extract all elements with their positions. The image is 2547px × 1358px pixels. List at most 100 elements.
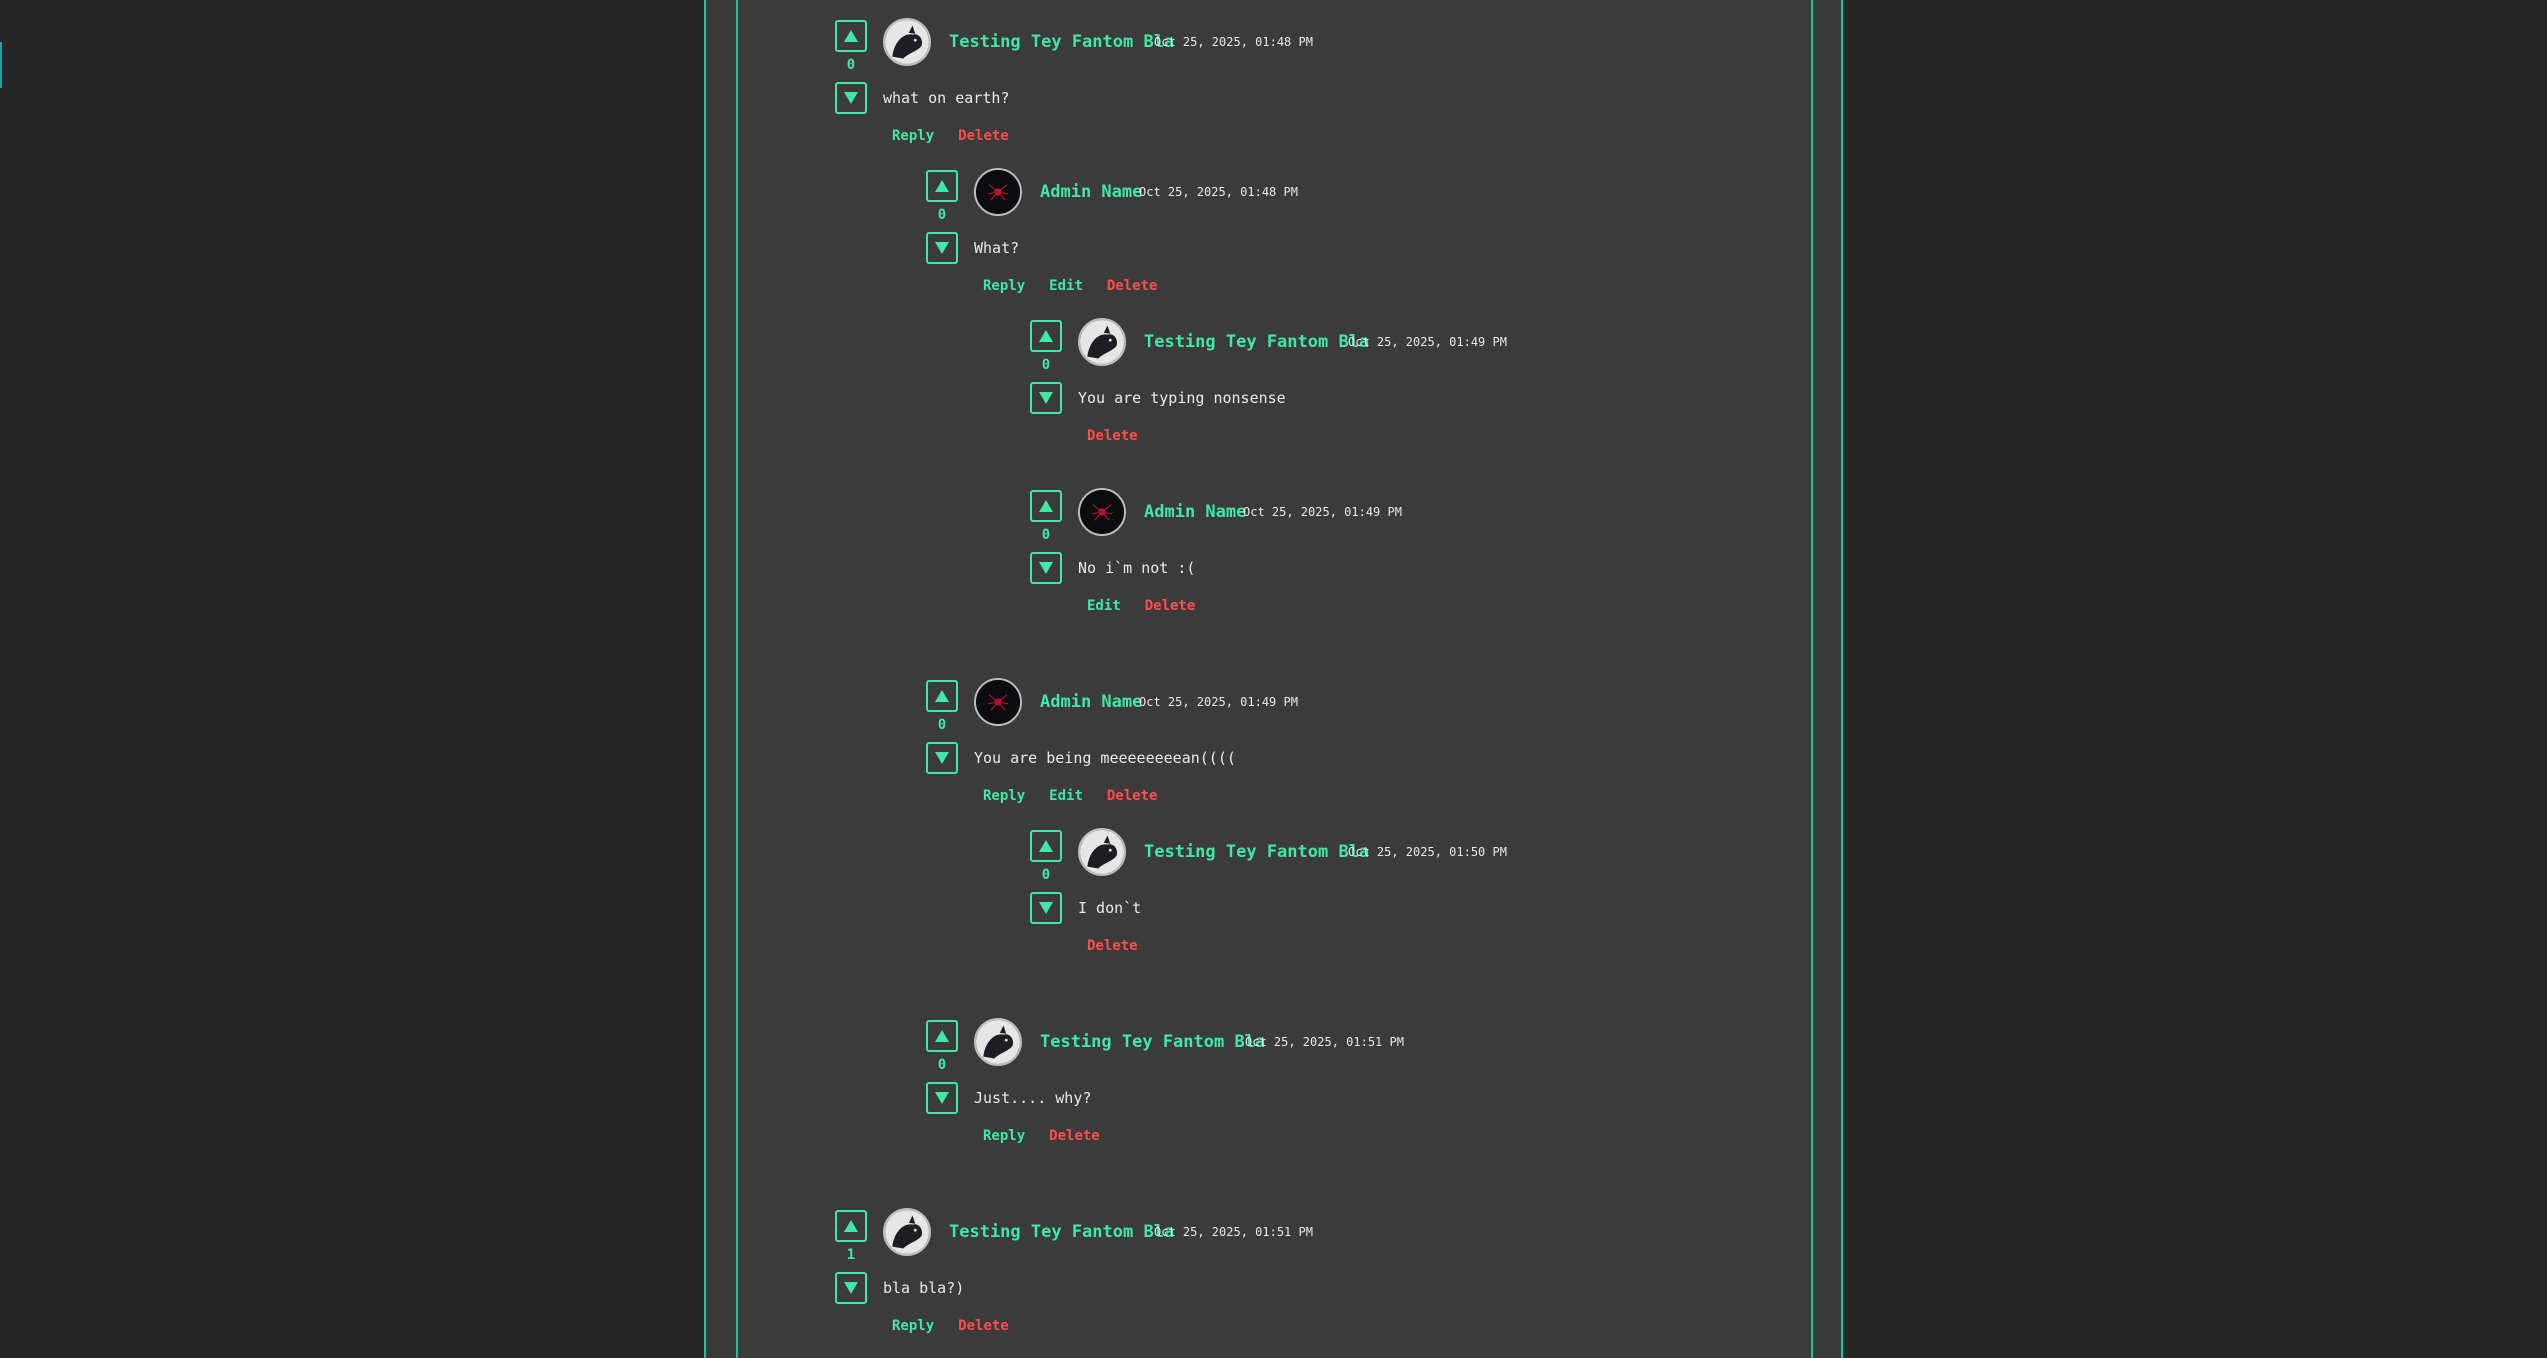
triangle-down-icon	[1039, 392, 1053, 404]
vote-score: 0	[1041, 357, 1051, 373]
downvote-button[interactable]	[926, 1082, 958, 1114]
avatar[interactable]	[1078, 488, 1126, 536]
downvote-button[interactable]	[926, 232, 958, 264]
cat-avatar-icon	[885, 1210, 929, 1254]
upvote-button[interactable]	[835, 20, 867, 52]
triangle-down-icon	[844, 92, 858, 104]
comment-text: Just.... why?	[974, 1089, 1092, 1107]
downvote-button[interactable]	[1030, 552, 1062, 584]
edit-button[interactable]: Edit	[1087, 597, 1121, 615]
comment-text: I don`t	[1078, 899, 1142, 917]
comment: 0 Testing Tey Fantom Bla Oct 25, 2025, 0…	[835, 18, 1635, 160]
upvote-button[interactable]	[1030, 830, 1062, 862]
reply-button[interactable]: Reply	[892, 1317, 934, 1335]
downvote-button[interactable]	[835, 82, 867, 114]
delete-button[interactable]: Delete	[1087, 427, 1138, 445]
avatar[interactable]	[974, 1018, 1022, 1066]
comment-timestamp: Oct 25, 2025, 01:51 PM	[1245, 1035, 1404, 1049]
upvote-button[interactable]	[1030, 320, 1062, 352]
comment-author[interactable]: Testing Tey Fantom Bla	[949, 1221, 1174, 1243]
reply-button[interactable]: Reply	[983, 1127, 1025, 1145]
comment-text: What?	[974, 239, 1020, 257]
avatar[interactable]	[883, 18, 931, 66]
reply-button[interactable]: Reply	[892, 127, 934, 145]
avatar[interactable]	[883, 1208, 931, 1256]
delete-button[interactable]: Delete	[1087, 937, 1138, 955]
upvote-button[interactable]	[926, 1020, 958, 1052]
comment-author[interactable]: Admin Name	[1144, 501, 1246, 523]
scroll-indicator	[0, 42, 2, 88]
avatar[interactable]	[1078, 828, 1126, 876]
comment: 0 Testing Tey Fantom Bla Oct 25, 2025, 0…	[1030, 318, 1830, 460]
comment: 0 Admin Name Oct 25, 2025, 01:49 PM No i…	[1030, 488, 1830, 630]
comment-text: You are typing nonsense	[1078, 389, 1286, 407]
vote-score: 1	[846, 1247, 856, 1263]
triangle-up-icon	[1039, 330, 1053, 342]
comment-timestamp: Oct 25, 2025, 01:49 PM	[1139, 695, 1298, 709]
vote-score: 0	[1041, 527, 1051, 543]
cat-avatar-icon	[1080, 320, 1124, 364]
comment-author[interactable]: Admin Name	[1040, 691, 1142, 713]
delete-button[interactable]: Delete	[1107, 277, 1158, 295]
comment-author[interactable]: Testing Tey Fantom Bla	[1144, 331, 1369, 353]
triangle-down-icon	[844, 1282, 858, 1294]
delete-button[interactable]: Delete	[958, 127, 1009, 145]
downvote-button[interactable]	[926, 742, 958, 774]
triangle-up-icon	[935, 180, 949, 192]
vote-score: 0	[846, 57, 856, 73]
red-spider-avatar-icon	[976, 680, 1020, 724]
comment-text: bla bla?)	[883, 1279, 965, 1297]
red-spider-avatar-icon	[1080, 490, 1124, 534]
comment: 0 Testing Tey Fantom Bla Oct 25, 2025, 0…	[1030, 828, 1830, 970]
comment-timestamp: Oct 25, 2025, 01:48 PM	[1139, 185, 1298, 199]
comment-timestamp: Oct 25, 2025, 01:51 PM	[1154, 1225, 1313, 1239]
comment-text: what on earth?	[883, 89, 1010, 107]
red-spider-avatar-icon	[976, 170, 1020, 214]
downvote-button[interactable]	[1030, 382, 1062, 414]
triangle-down-icon	[935, 752, 949, 764]
avatar[interactable]	[974, 678, 1022, 726]
edit-button[interactable]: Edit	[1049, 787, 1083, 805]
comment: 0 Admin Name Oct 25, 2025, 01:48 PM What…	[926, 168, 1726, 310]
comment-timestamp: Oct 25, 2025, 01:48 PM	[1154, 35, 1313, 49]
delete-button[interactable]: Delete	[958, 1317, 1009, 1335]
vote-score: 0	[937, 207, 947, 223]
avatar[interactable]	[1078, 318, 1126, 366]
edit-button[interactable]: Edit	[1049, 277, 1083, 295]
comment-author[interactable]: Testing Tey Fantom Bla	[949, 31, 1174, 53]
triangle-up-icon	[1039, 500, 1053, 512]
vote-score: 0	[937, 717, 947, 733]
vote-score: 0	[1041, 867, 1051, 883]
triangle-down-icon	[935, 1092, 949, 1104]
triangle-up-icon	[1039, 840, 1053, 852]
downvote-button[interactable]	[1030, 892, 1062, 924]
cat-avatar-icon	[1080, 830, 1124, 874]
delete-button[interactable]: Delete	[1145, 597, 1196, 615]
comment-timestamp: Oct 25, 2025, 01:49 PM	[1243, 505, 1402, 519]
reply-button[interactable]: Reply	[983, 277, 1025, 295]
vote-score: 0	[937, 1057, 947, 1073]
comment: 0 Testing Tey Fantom Bla Oct 25, 2025, 0…	[926, 1018, 1726, 1160]
triangle-up-icon	[935, 690, 949, 702]
reply-button[interactable]: Reply	[983, 787, 1025, 805]
upvote-button[interactable]	[926, 170, 958, 202]
cat-avatar-icon	[976, 1020, 1020, 1064]
triangle-down-icon	[935, 242, 949, 254]
upvote-button[interactable]	[926, 680, 958, 712]
comment-text: No i`m not :(	[1078, 559, 1196, 577]
comment-author[interactable]: Admin Name	[1040, 181, 1142, 203]
delete-button[interactable]: Delete	[1049, 1127, 1100, 1145]
comment-timestamp: Oct 25, 2025, 01:49 PM	[1348, 335, 1507, 349]
comment-author[interactable]: Testing Tey Fantom Bla	[1144, 841, 1369, 863]
comment-text: You are being meeeeeeeean((((	[974, 749, 1236, 767]
comment-author[interactable]: Testing Tey Fantom Bla	[1040, 1031, 1265, 1053]
delete-button[interactable]: Delete	[1107, 787, 1158, 805]
avatar[interactable]	[974, 168, 1022, 216]
upvote-button[interactable]	[835, 1210, 867, 1242]
comment-timestamp: Oct 25, 2025, 01:50 PM	[1348, 845, 1507, 859]
upvote-button[interactable]	[1030, 490, 1062, 522]
comment: 0 Admin Name Oct 25, 2025, 01:49 PM You …	[926, 678, 1726, 820]
downvote-button[interactable]	[835, 1272, 867, 1304]
triangle-up-icon	[844, 1220, 858, 1232]
triangle-up-icon	[935, 1030, 949, 1042]
